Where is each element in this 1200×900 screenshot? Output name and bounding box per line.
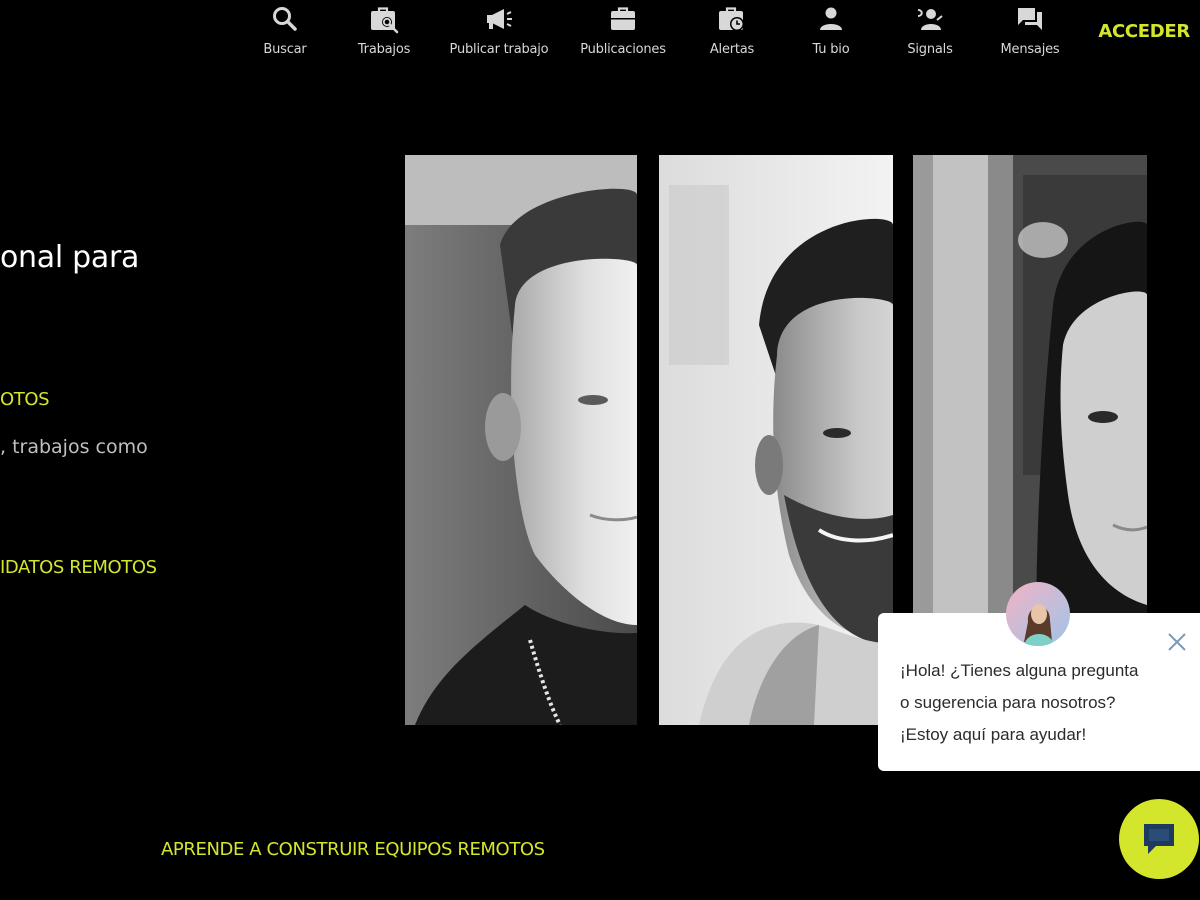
megaphone-icon — [487, 9, 512, 29]
nav-label: Alertas — [709, 42, 755, 57]
nav-label: Buscar — [263, 42, 307, 57]
portrait-photo-bearded-man — [659, 155, 893, 725]
hero-title: onal para — [0, 240, 140, 275]
nav-label: Mensajes — [1000, 42, 1060, 57]
chat-launcher-button[interactable] — [1119, 799, 1199, 879]
chat-message-line: o sugerencia para nosotros? — [900, 693, 1116, 712]
briefcase-search-icon — [371, 7, 399, 34]
close-icon[interactable] — [1166, 631, 1188, 653]
hero-subtitle: , trabajos como — [0, 436, 148, 458]
remote-candidates-link[interactable]: IDATOS REMOTOS — [0, 557, 157, 578]
search-icon — [273, 7, 297, 31]
chat-forum-icon — [1018, 8, 1042, 30]
nav-item-tu-bio[interactable]: Tu bio — [776, 4, 886, 57]
nav-item-alertas[interactable]: Alertas — [677, 4, 787, 57]
portrait-photo-young-man — [405, 155, 637, 725]
nav-label: Publicaciones — [580, 42, 666, 57]
agent-avatar — [1006, 582, 1070, 646]
nav-item-signals[interactable]: Signals — [875, 4, 985, 57]
chat-message-line: ¡Hola! ¿Tienes alguna pregunta — [900, 661, 1139, 680]
login-link[interactable]: ACCEDER — [1098, 21, 1190, 42]
nav-label: Publicar trabajo — [449, 42, 549, 57]
nav-item-publicaciones[interactable]: Publicaciones — [568, 4, 678, 57]
nav-label: Trabajos — [357, 42, 411, 57]
nav-item-mensajes[interactable]: Mensajes — [975, 4, 1085, 57]
person-icon — [820, 7, 842, 30]
remote-jobs-link[interactable]: OTOS — [0, 389, 50, 410]
briefcase-icon — [611, 7, 635, 30]
chat-message-line: ¡Estoy aquí para ayudar! — [900, 725, 1087, 744]
nav-item-buscar[interactable]: Buscar — [230, 4, 340, 57]
build-remote-teams-link[interactable]: APRENDE A CONSTRUIR EQUIPOS REMOTOS — [161, 839, 545, 860]
nav-item-publicar-trabajo[interactable]: Publicar trabajo — [444, 4, 554, 57]
briefcase-clock-icon — [719, 7, 744, 31]
nav-item-trabajos[interactable]: Trabajos — [329, 4, 439, 57]
nav-label: Signals — [907, 42, 953, 57]
nav-label: Tu bio — [812, 42, 850, 57]
chat-bubble-icon — [1144, 824, 1174, 854]
person-signal-icon — [917, 9, 943, 30]
